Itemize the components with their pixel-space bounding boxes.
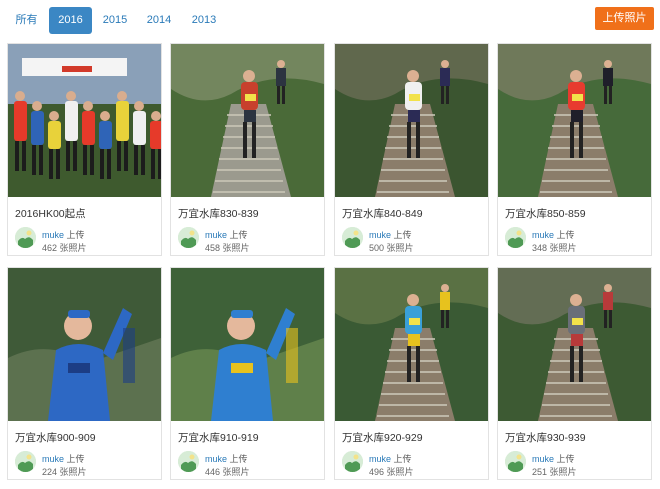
uploaded-label: 上传 [556, 454, 575, 464]
avatar-image [15, 451, 36, 472]
user-avatar[interactable] [342, 227, 363, 248]
photo-count: 496 张照片 [369, 467, 414, 477]
album-title[interactable]: 万宜水库900-909 [15, 430, 96, 445]
avatar-image [505, 227, 526, 248]
album-title[interactable]: 2016HK00起点 [15, 206, 86, 221]
uploader-username[interactable]: muke [205, 454, 227, 464]
album-card[interactable]: 万宜水库850-859 muke 上传 348 张照片 [497, 43, 652, 256]
tab-2016[interactable]: 2016 [49, 7, 92, 34]
uploader-username[interactable]: muke [532, 454, 554, 464]
user-avatar[interactable] [15, 451, 36, 472]
avatar-image [178, 451, 199, 472]
tab-2014[interactable]: 2014 [140, 7, 178, 34]
album-card[interactable]: 万宜水库920-929 muke 上传 496 张照片 [334, 267, 489, 480]
uploader-line: muke 上传 [369, 452, 412, 465]
album-card[interactable]: 万宜水库930-939 muke 上传 251 张照片 [497, 267, 652, 480]
album-cover-photo[interactable] [335, 44, 488, 197]
uploader-username[interactable]: muke [42, 454, 64, 464]
avatar-image [178, 227, 199, 248]
uploaded-label: 上传 [66, 230, 85, 240]
album-card[interactable]: 万宜水库830-839 muke 上传 458 张照片 [170, 43, 325, 256]
album-grid: 2016HK00起点 muke 上传 462 张照片 万宜水库830-839 muke … [7, 43, 655, 485]
album-card[interactable]: 2016HK00起点 muke 上传 462 张照片 [7, 43, 162, 256]
uploader-username[interactable]: muke [205, 230, 227, 240]
tab-2015[interactable]: 2015 [96, 7, 134, 34]
photo-count: 348 张照片 [532, 243, 577, 253]
runners-photo [171, 268, 324, 421]
runners-photo [335, 268, 488, 421]
uploader-line: muke 上传 [369, 228, 412, 241]
album-cover-photo[interactable] [498, 268, 651, 421]
uploader-line: muke 上传 [42, 228, 85, 241]
uploader-username[interactable]: muke [532, 230, 554, 240]
uploader-line: muke 上传 [42, 452, 85, 465]
photo-count: 446 张照片 [205, 467, 250, 477]
uploader-username[interactable]: muke [369, 454, 391, 464]
album-title[interactable]: 万宜水库840-849 [342, 206, 423, 221]
uploaded-label: 上传 [229, 454, 248, 464]
photo-count: 462 张照片 [42, 243, 87, 253]
avatar-image [342, 227, 363, 248]
tab-all[interactable]: 所有 [9, 7, 44, 34]
photo-count: 224 张照片 [42, 467, 87, 477]
user-avatar[interactable] [15, 227, 36, 248]
photo-count: 251 张照片 [532, 467, 577, 477]
user-avatar[interactable] [505, 451, 526, 472]
uploaded-label: 上传 [66, 454, 85, 464]
runners-photo [8, 268, 161, 421]
uploader-username[interactable]: muke [369, 230, 391, 240]
album-title[interactable]: 万宜水库930-939 [505, 430, 586, 445]
user-avatar[interactable] [505, 227, 526, 248]
tab-2013[interactable]: 2013 [185, 7, 223, 34]
album-title[interactable]: 万宜水库830-839 [178, 206, 259, 221]
album-title[interactable]: 万宜水库910-919 [178, 430, 259, 445]
uploader-line: muke 上传 [532, 228, 575, 241]
album-card[interactable]: 万宜水库900-909 muke 上传 224 张照片 [7, 267, 162, 480]
album-title[interactable]: 万宜水库850-859 [505, 206, 586, 221]
photo-count: 500 张照片 [369, 243, 414, 253]
uploader-line: muke 上传 [532, 452, 575, 465]
album-cover-photo[interactable] [171, 268, 324, 421]
runners-photo [171, 44, 324, 197]
album-cover-photo[interactable] [8, 44, 161, 197]
album-cover-photo[interactable] [171, 44, 324, 197]
album-title[interactable]: 万宜水库920-929 [342, 430, 423, 445]
uploaded-label: 上传 [556, 230, 575, 240]
album-card[interactable]: 万宜水库840-849 muke 上传 500 张照片 [334, 43, 489, 256]
uploader-line: muke 上传 [205, 452, 248, 465]
avatar-image [505, 451, 526, 472]
album-cover-photo[interactable] [335, 268, 488, 421]
album-filter-bar: 所有 2016 2015 2014 2013 上传照片 [0, 0, 660, 40]
upload-photos-button[interactable]: 上传照片 [595, 7, 654, 30]
avatar-image [342, 451, 363, 472]
uploader-username[interactable]: muke [42, 230, 64, 240]
album-card[interactable]: 万宜水库910-919 muke 上传 446 张照片 [170, 267, 325, 480]
photo-count: 458 张照片 [205, 243, 250, 253]
user-avatar[interactable] [342, 451, 363, 472]
album-cover-photo[interactable] [8, 268, 161, 421]
uploaded-label: 上传 [393, 454, 412, 464]
uploader-line: muke 上传 [205, 228, 248, 241]
album-cover-photo[interactable] [498, 44, 651, 197]
runners-photo [335, 44, 488, 197]
runners-photo [498, 268, 651, 421]
user-avatar[interactable] [178, 227, 199, 248]
uploaded-label: 上传 [393, 230, 412, 240]
user-avatar[interactable] [178, 451, 199, 472]
runners-photo [498, 44, 651, 197]
avatar-image [15, 227, 36, 248]
uploaded-label: 上传 [229, 230, 248, 240]
runners-photo [8, 44, 161, 197]
